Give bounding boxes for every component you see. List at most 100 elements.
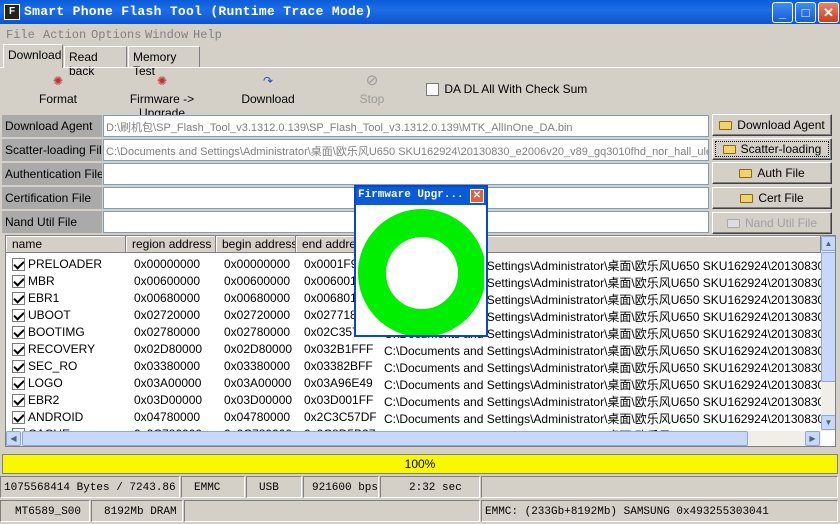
progress-ring — [358, 209, 484, 335]
table-row[interactable]: EBR2 0x03D00000 0x03D00000 0x03D001FF C:\Doc… — [6, 392, 821, 409]
row-checkbox[interactable] — [12, 360, 25, 373]
begin-address: 0x00680000 — [224, 291, 291, 305]
row-checkbox[interactable] — [12, 377, 25, 390]
table-row[interactable]: ANDROID 0x04780000 0x04780000 0x2C3C57DF C:\… — [6, 409, 821, 426]
status-emmc-info: EMMC: (233Gb+8192Mb) SAMSUNG 0x493255303… — [481, 500, 838, 522]
status-storage: EMMC — [181, 476, 245, 498]
menu-help[interactable]: Help — [193, 28, 222, 42]
progress-ring-icon — [358, 209, 484, 335]
partition-name: BOOTIMG — [28, 325, 85, 339]
format-icon: ✺ — [52, 74, 64, 88]
download-agent-field[interactable]: D:\刷机包\SP_Flash_Tool_v3.1312.0.139\SP_Fl… — [103, 115, 709, 137]
cert-file-button[interactable]: Cert File — [712, 187, 832, 209]
scroll-up-arrow[interactable]: ▲ — [821, 236, 835, 251]
table-row[interactable]: RECOVERY 0x02D80000 0x02D80000 0x032B1FFF C:… — [6, 341, 821, 358]
status-empty — [481, 476, 838, 498]
status-dram: 8192Mb DRAM — [91, 500, 183, 522]
nand-util-file-button[interactable]: Nand Util File — [712, 212, 832, 234]
end-address: 0x2C3C57DF — [304, 410, 376, 424]
dialog-close-button[interactable]: ✕ — [470, 189, 484, 203]
dialog-title: Firmware Upgr... — [356, 187, 486, 205]
region-address: 0x00000000 — [134, 257, 201, 271]
folder-icon — [739, 169, 753, 178]
region-address: 0x02780000 — [134, 325, 201, 339]
menu-window[interactable]: Window — [145, 28, 188, 42]
location: C:\Documents and Settings\Administrator\… — [384, 395, 821, 409]
scatter-label: Scatter-loading File — [2, 139, 102, 161]
status-elapsed-time: 2:32 sec — [380, 476, 480, 498]
row-checkbox[interactable] — [12, 275, 25, 288]
begin-address: 0x03380000 — [224, 359, 291, 373]
row-checkbox[interactable] — [12, 343, 25, 356]
table-row[interactable]: SEC_RO 0x03380000 0x03380000 0x03382BFF C:\D… — [6, 358, 821, 375]
close-button[interactable]: ✕ — [818, 2, 839, 23]
column-region-address[interactable]: region address — [126, 236, 216, 253]
scroll-left-arrow[interactable]: ◀ — [6, 431, 21, 446]
status-bar-2: MT6589_S00 8192Mb DRAM EMMC: (233Gb+8192… — [0, 500, 840, 522]
da-checksum-option[interactable]: DA DL All With Check Sum — [426, 82, 587, 97]
table-row[interactable]: LOGO 0x03A00000 0x03A00000 0x03A96E49 C:\Doc… — [6, 375, 821, 392]
download-icon: ↷ — [262, 74, 274, 88]
download-agent-button[interactable]: Download Agent — [712, 114, 832, 136]
firmware-upgrade-button[interactable]: ✺ Firmware -> Upgrade — [110, 74, 214, 120]
row-checkbox[interactable] — [12, 292, 25, 305]
row-checkbox[interactable] — [12, 309, 25, 322]
auth-field[interactable] — [103, 163, 709, 185]
horizontal-scroll-thumb[interactable] — [22, 431, 748, 446]
column-name[interactable]: name — [6, 236, 126, 253]
region-address: 0x03380000 — [134, 359, 201, 373]
vertical-scrollbar[interactable]: ▲ ▼ — [821, 236, 835, 431]
location: C:\Documents and Settings\Administrator\… — [384, 361, 821, 375]
scroll-down-arrow[interactable]: ▼ — [821, 415, 835, 430]
scatter-loading-button-label: Scatter-loading — [740, 142, 822, 156]
partition-name: EBR2 — [28, 393, 60, 407]
auth-file-button-label: Auth File — [757, 166, 805, 180]
scatter-field[interactable]: C:\Documents and Settings\Administrator\… — [103, 139, 709, 161]
row-checkbox[interactable] — [12, 394, 25, 407]
horizontal-scrollbar[interactable]: ◀ ▶ — [6, 431, 821, 446]
minimize-button[interactable]: _ — [772, 2, 793, 23]
progress-bar: 100% — [2, 454, 838, 474]
region-address: 0x00600000 — [134, 274, 201, 288]
menu-bar: File Action Options Window Help — [0, 26, 840, 44]
row-checkbox[interactable] — [12, 411, 25, 424]
nand-util-file-button-label: Nand Util File — [744, 216, 818, 230]
tab-download[interactable]: Download — [3, 44, 63, 68]
region-address: 0x03D00000 — [134, 393, 203, 407]
cert-label: Certification File — [2, 187, 102, 209]
format-button[interactable]: ✺ Format — [38, 74, 78, 106]
menu-action[interactable]: Action — [43, 28, 86, 42]
tab-strip: Download Read back Memory Test — [0, 44, 840, 78]
firmware-upgrade-dialog: Firmware Upgr... ✕ — [354, 185, 488, 337]
row-checkbox[interactable] — [12, 258, 25, 271]
toolbar: ✺ Format ✺ Firmware -> Upgrade ↷ Downloa… — [0, 70, 840, 120]
column-begin-address[interactable]: begin address — [216, 236, 296, 253]
auth-file-button[interactable]: Auth File — [712, 162, 832, 184]
stop-button[interactable]: ⊘ Stop — [357, 72, 387, 106]
status-baudrate: 921600 bps — [303, 476, 379, 498]
download-button[interactable]: ↷ Download — [240, 74, 296, 106]
status-spacer — [184, 500, 480, 522]
stop-label: Stop — [359, 92, 385, 106]
title-bar[interactable]: F Smart Phone Flash Tool (Runtime Trace … — [0, 0, 840, 24]
menu-options[interactable]: Options — [91, 28, 141, 42]
begin-address: 0x04780000 — [224, 410, 291, 424]
partition-name: RECOVERY — [28, 342, 96, 356]
region-address: 0x03A00000 — [134, 376, 202, 390]
partition-name: MBR — [28, 274, 55, 288]
da-checksum-checkbox[interactable] — [426, 83, 439, 97]
stop-icon: ⊘ — [365, 72, 379, 89]
scroll-right-arrow[interactable]: ▶ — [805, 431, 820, 446]
tab-divider — [0, 67, 840, 68]
row-checkbox[interactable] — [12, 326, 25, 339]
end-address: 0x032B1FFF — [304, 342, 374, 356]
partition-name: LOGO — [28, 376, 63, 390]
scatter-loading-button[interactable]: Scatter-loading — [712, 138, 832, 160]
maximize-button[interactable]: □ — [795, 2, 816, 23]
location: C:\Documents and Settings\Administrator\… — [384, 378, 821, 392]
tab-read-back[interactable]: Read back — [64, 46, 127, 78]
vertical-scroll-thumb[interactable] — [821, 252, 835, 382]
menu-file[interactable]: File — [6, 28, 35, 42]
download-agent-row: Download Agent D:\刷机包\SP_Flash_Tool_v3.1… — [2, 115, 710, 137]
tab-memory-test[interactable]: Memory Test — [128, 46, 200, 78]
